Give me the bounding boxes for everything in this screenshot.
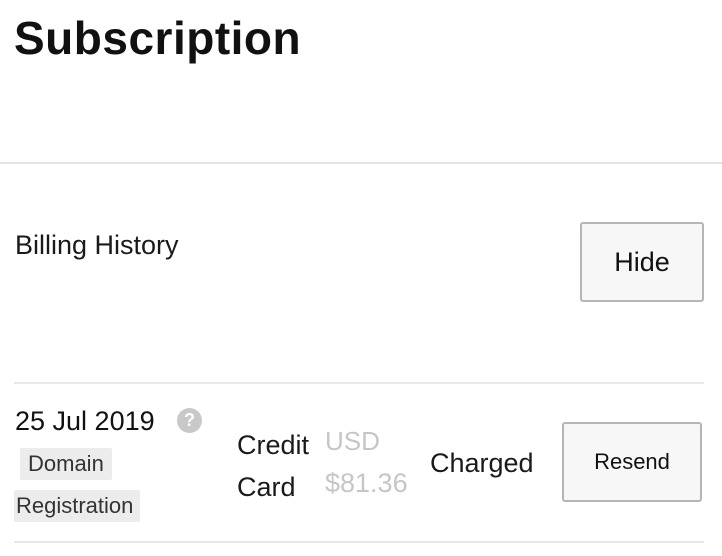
resend-button[interactable]: Resend [562,422,702,502]
billing-history-title: Billing History [15,230,179,260]
billing-header-divider [14,382,704,384]
billing-amount: $81.36 [325,468,408,498]
billing-status: Charged [430,448,534,478]
billing-item-tag: Domain [20,448,112,480]
billing-date: 25 Jul 2019 [15,406,155,436]
page-title: Subscription [14,12,302,64]
payment-method-line: Card [237,472,296,502]
billing-currency: USD [325,426,380,456]
billing-row-divider [14,541,704,543]
header-divider [0,162,722,164]
billing-item-tag: Registration [14,490,141,522]
payment-method-line: Credit [237,430,310,460]
help-icon[interactable]: ? [177,408,202,433]
payment-method: Credit Card [237,424,327,508]
hide-button[interactable]: Hide [580,222,704,302]
